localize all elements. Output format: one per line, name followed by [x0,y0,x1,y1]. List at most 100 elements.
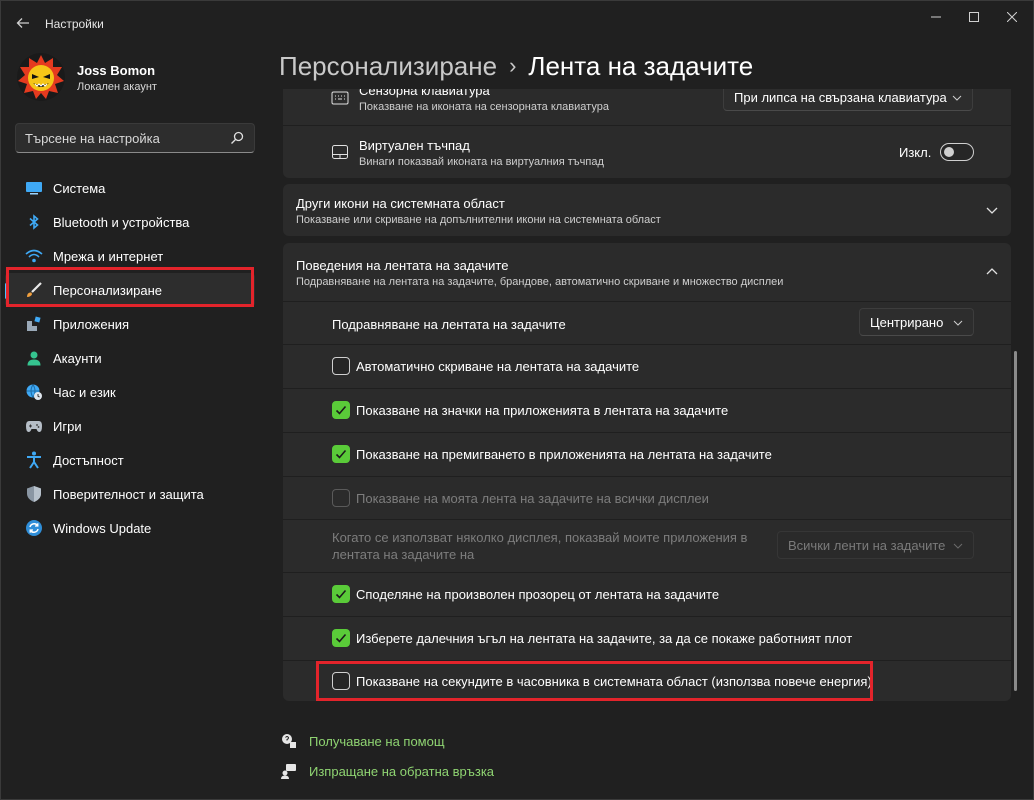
taskbar-behaviors-header[interactable]: Поведения на лентата на задачите Подравн… [283,243,1011,301]
dropdown-value: Центрирано [870,314,944,330]
sidebar-item-label: Персонализиране [53,282,163,298]
multi-display-row: Когато се използват няколко дисплея, пок… [283,520,1011,572]
scrollbar[interactable] [1014,351,1017,691]
virtual-touchpad-row: Виртуален тъчпад Винаги показвай иконата… [283,126,1011,178]
sidebar-item-accounts[interactable]: Акаунти [5,341,255,375]
monitor-icon [25,179,43,197]
show-seconds-row[interactable]: Показване на секундите в часовника в сис… [283,661,1011,701]
dropdown-value: Всички ленти на задачите [788,537,946,553]
all-displays-checkbox[interactable] [332,489,350,507]
check-icon [335,633,347,643]
brush-icon [25,281,43,299]
touchpad-toggle-label: Изкл. [899,145,932,160]
auto-hide-label: Автоматично скриване на лентата на задач… [356,359,640,374]
touchpad-toggle[interactable] [940,143,974,161]
touchpad-icon [332,145,348,159]
sidebar-item-label: Система [53,180,106,196]
account-type: Локален акаунт [77,81,157,93]
multi-display-dropdown[interactable]: Всички ленти на задачите [777,531,974,559]
search-input[interactable] [16,124,226,152]
gamepad-icon [25,417,43,435]
sidebar-item-accessibility[interactable]: Достъпност [5,443,255,477]
sidebar-item-label: Мрежа и интернет [53,248,164,264]
search-icon[interactable] [230,131,244,145]
sidebar-item-label: Bluetooth и устройства [53,214,190,230]
other-tray-icons-card[interactable]: Други икони на системната област Показва… [283,184,1011,236]
check-icon [335,449,347,459]
get-help-link[interactable]: Получаване на помощ [309,734,445,749]
sidebar-item-gaming[interactable]: Игри [5,409,255,443]
breadcrumb-separator: › [509,53,517,78]
dropdown-value: При липса на свързана клавиатура [734,89,947,105]
shield-icon [25,485,43,503]
badges-checkbox[interactable] [332,401,350,419]
breadcrumb: Персонализиране › Лента на задачите [279,51,753,82]
far-corner-row[interactable]: Изберете далечния ъгъл на лентата на зад… [283,617,1011,660]
alignment-label: Подравняване на лентата на задачите [332,317,566,332]
accessibility-icon [25,451,43,469]
sidebar-item-bluetooth[interactable]: Bluetooth и устройства [5,205,255,239]
chevron-down-icon[interactable] [985,203,999,217]
sidebar-item-system[interactable]: Система [5,171,255,205]
check-icon [335,405,347,415]
auto-hide-checkbox[interactable] [332,357,350,375]
touch-keyboard-title: Сензорна клавиатура [359,89,490,98]
globe-clock-icon [25,383,43,401]
sidebar-item-label: Достъпност [53,452,124,468]
far-corner-checkbox[interactable] [332,629,350,647]
badges-row[interactable]: Показване на значки на приложенията в ле… [283,389,1011,432]
sidebar-item-apps[interactable]: Приложения [5,307,255,341]
show-seconds-checkbox[interactable] [332,672,350,690]
search-box[interactable] [15,123,255,153]
send-feedback-link[interactable]: Изпращане на обратна връзка [309,764,494,779]
user-name: Joss Bomon [77,63,156,78]
touch-keyboard-row: Сензорна клавиатура Показване на иконата… [283,89,1011,125]
multi-display-label: Когато се използват няколко дисплея, пок… [332,530,748,562]
help-icon [282,734,296,748]
sidebar-item-personalization[interactable]: Персонализиране [5,273,255,307]
check-icon [335,589,347,599]
other-icons-subtitle: Показване или скриване на допълнителни и… [296,214,661,226]
keyboard-icon [331,91,349,105]
title-bar: Настройки [1,1,1034,45]
main-content: Сензорна клавиатура Показване на иконата… [283,89,1011,800]
share-window-row[interactable]: Споделяне на произволен прозорец от лент… [283,573,1011,616]
touch-keyboard-subtitle: Показване на иконата на сензорната клави… [359,101,609,113]
sidebar-item-label: Поверителност и защита [53,486,204,502]
back-arrow-icon[interactable] [9,9,37,37]
breadcrumb-parent[interactable]: Персонализиране [279,51,497,81]
alignment-dropdown[interactable]: Центрирано [859,308,974,336]
chevron-down-icon [953,543,963,549]
chevron-up-icon[interactable] [985,265,999,279]
window-title: Настройки [45,17,104,31]
all-displays-label: Показване на моята лента на задачите на … [356,491,709,506]
touch-keyboard-dropdown[interactable]: При липса на свързана клавиатура [723,89,973,111]
auto-hide-row[interactable]: Автоматично скриване на лентата на задач… [283,345,1011,388]
flashing-label: Показване на премигването в приложенията… [356,447,772,462]
far-corner-label: Изберете далечния ъгъл на лентата на зад… [356,631,853,646]
toggle-knob [944,147,954,157]
virtual-touchpad-subtitle: Винаги показвай иконата на виртуалния тъ… [359,156,604,168]
feedback-icon [281,764,296,779]
sidebar-nav: Система Bluetooth и устройства Мрежа и и… [5,171,255,545]
flashing-row[interactable]: Показване на премигването в приложенията… [283,433,1011,476]
page-title: Лента на задачите [528,51,754,81]
close-button[interactable] [989,1,1034,33]
sidebar-item-label: Акаунти [53,350,102,366]
sidebar-item-time-language[interactable]: Час и език [5,375,255,409]
share-window-checkbox[interactable] [332,585,350,603]
sidebar-item-privacy[interactable]: Поверителност и защита [5,477,255,511]
sidebar-item-network[interactable]: Мрежа и интернет [5,239,255,273]
flashing-checkbox[interactable] [332,445,350,463]
apps-icon [25,315,43,333]
chevron-down-icon [953,320,963,326]
badges-label: Показване на значки на приложенията в ле… [356,403,729,418]
alignment-row: Подравняване на лентата на задачите Цент… [283,302,1011,344]
behaviors-title: Поведения на лентата на задачите [296,258,509,273]
sidebar-item-label: Приложения [53,316,130,332]
sidebar-item-label: Час и език [53,384,116,400]
sidebar-item-label: Игри [53,418,82,434]
person-icon [25,349,43,367]
update-icon [25,519,43,537]
sidebar-item-windows-update[interactable]: Windows Update [5,511,255,545]
